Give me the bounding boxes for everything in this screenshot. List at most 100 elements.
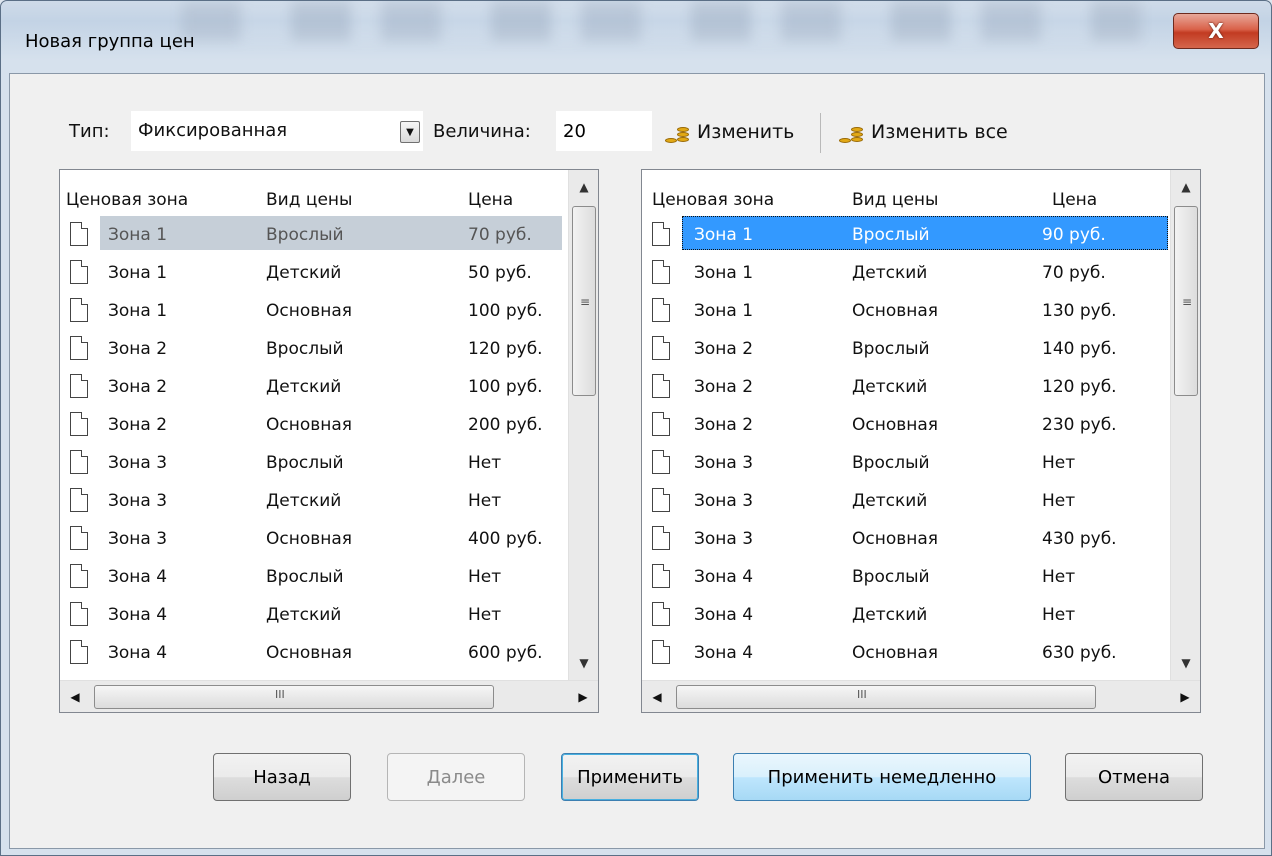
column-header-price-type[interactable]: Вид цены	[852, 190, 938, 210]
row-price: 100 руб.	[468, 301, 543, 321]
document-icon	[652, 412, 670, 436]
row-price-type: Основная	[266, 415, 353, 435]
row-price-type: Детский	[266, 377, 342, 397]
list-row[interactable]: Зона 4 Детский Нет	[642, 596, 1170, 634]
row-price-type: Врослый	[266, 225, 344, 245]
scroll-up-icon[interactable]: ▲	[1171, 170, 1200, 204]
list-row[interactable]: Зона 2 Врослый 120 руб.	[60, 330, 568, 368]
row-price: 90 руб.	[1042, 225, 1106, 245]
document-icon	[652, 488, 670, 512]
row-price-type: Врослый	[852, 339, 930, 359]
dropdown-arrow-icon[interactable]: ▼	[400, 121, 420, 143]
scroll-up-icon[interactable]: ▲	[569, 170, 598, 204]
list-row[interactable]: Зона 2 Основная 230 руб.	[642, 406, 1170, 444]
scroll-left-icon[interactable]: ◀	[60, 681, 90, 712]
row-price: 630 руб.	[1042, 643, 1117, 663]
row-zone: Зона 1	[108, 225, 168, 245]
list-row[interactable]: Зона 4 Врослый Нет	[60, 558, 568, 596]
vertical-scrollbar[interactable]: ▲ ≡ ▼	[568, 170, 598, 680]
list-row[interactable]: Зона 3 Детский Нет	[642, 482, 1170, 520]
row-zone: Зона 2	[694, 377, 754, 397]
vertical-scrollbar[interactable]: ▲ ≡ ▼	[1170, 170, 1200, 680]
list-row[interactable]: Зона 4 Детский Нет	[60, 596, 568, 634]
next-button[interactable]: Далее	[387, 753, 525, 801]
list-row[interactable]: Зона 1 Основная 130 руб.	[642, 292, 1170, 330]
row-price-type: Основная	[266, 529, 353, 549]
list-row[interactable]: Зона 1 Врослый 90 руб.	[642, 216, 1170, 254]
scroll-thumb[interactable]: III	[676, 685, 1096, 709]
back-button[interactable]: Назад	[213, 753, 351, 801]
list-row[interactable]: Зона 4 Основная 630 руб.	[642, 634, 1170, 672]
apply-button[interactable]: Применить	[561, 753, 699, 801]
scroll-thumb[interactable]: III	[94, 685, 494, 709]
list-row[interactable]: Зона 1 Детский 50 руб.	[60, 254, 568, 292]
row-zone: Зона 4	[694, 605, 754, 625]
document-icon	[70, 640, 88, 664]
horizontal-scrollbar[interactable]: ◀ III ▶	[60, 680, 598, 712]
column-header-price[interactable]: Цена	[1052, 190, 1097, 210]
change-all-button[interactable]: Изменить все	[839, 117, 1008, 147]
row-price: 50 руб.	[468, 263, 532, 283]
row-price-type: Основная	[852, 301, 939, 321]
document-icon	[70, 260, 88, 284]
column-header-zone[interactable]: Ценовая зона	[652, 190, 774, 210]
scroll-right-icon[interactable]: ▶	[568, 681, 598, 712]
apply-now-button[interactable]: Применить немедленно	[733, 753, 1031, 801]
list-row[interactable]: Зона 2 Врослый 140 руб.	[642, 330, 1170, 368]
list-row[interactable]: Зона 3 Детский Нет	[60, 482, 568, 520]
scroll-down-icon[interactable]: ▼	[1171, 646, 1200, 680]
window-title: Новая группа цен	[25, 31, 195, 52]
row-price: Нет	[1042, 453, 1076, 473]
amount-input[interactable]	[556, 111, 652, 151]
list-row[interactable]: Зона 3 Врослый Нет	[642, 444, 1170, 482]
horizontal-scrollbar[interactable]: ◀ III ▶	[642, 680, 1200, 712]
scroll-thumb[interactable]: ≡	[1174, 206, 1198, 396]
coins-icon	[839, 126, 867, 146]
amount-label: Величина:	[433, 121, 531, 142]
list-row[interactable]: Зона 1 Детский 70 руб.	[642, 254, 1170, 292]
document-icon	[70, 374, 88, 398]
cancel-button[interactable]: Отмена	[1065, 753, 1203, 801]
type-label: Тип:	[69, 121, 110, 142]
row-zone: Зона 2	[694, 339, 754, 359]
list-row[interactable]: Зона 2 Основная 200 руб.	[60, 406, 568, 444]
list-row[interactable]: Зона 1 Основная 100 руб.	[60, 292, 568, 330]
change-button-label: Изменить	[697, 121, 795, 143]
row-price-type: Детский	[266, 605, 342, 625]
row-price-type: Основная	[266, 301, 353, 321]
list-row[interactable]: Зона 2 Детский 100 руб.	[60, 368, 568, 406]
column-header-zone[interactable]: Ценовая зона	[66, 190, 188, 210]
scroll-right-icon[interactable]: ▶	[1170, 681, 1200, 712]
document-icon	[70, 450, 88, 474]
scroll-down-icon[interactable]: ▼	[569, 646, 598, 680]
row-zone: Зона 2	[108, 339, 168, 359]
row-price: 120 руб.	[468, 339, 543, 359]
scroll-left-icon[interactable]: ◀	[642, 681, 672, 712]
document-icon	[652, 450, 670, 474]
document-icon	[652, 260, 670, 284]
column-header-price[interactable]: Цена	[468, 190, 513, 210]
current-prices-list[interactable]: Ценовая зона Вид цены Цена Зона 1 Врослый…	[59, 169, 599, 713]
close-button[interactable]: X	[1173, 13, 1259, 49]
list-row[interactable]: Зона 2 Детский 120 руб.	[642, 368, 1170, 406]
list-row[interactable]: Зона 4 Врослый Нет	[642, 558, 1170, 596]
row-zone: Зона 1	[694, 301, 754, 321]
row-zone: Зона 4	[694, 643, 754, 663]
row-price: 120 руб.	[1042, 377, 1117, 397]
blurred-background	[181, 1, 1141, 41]
type-combobox[interactable]: Фиксированная ▼	[131, 111, 423, 151]
scroll-thumb[interactable]: ≡	[572, 206, 596, 396]
row-zone: Зона 3	[694, 453, 754, 473]
list-row[interactable]: Зона 3 Врослый Нет	[60, 444, 568, 482]
list-row[interactable]: Зона 3 Основная 400 руб.	[60, 520, 568, 558]
list-row[interactable]: Зона 1 Врослый 70 руб.	[60, 216, 568, 254]
change-button[interactable]: Изменить	[665, 117, 794, 147]
column-header-price-type[interactable]: Вид цены	[266, 190, 352, 210]
row-zone: Зона 3	[694, 491, 754, 511]
list-row[interactable]: Зона 4 Основная 600 руб.	[60, 634, 568, 672]
row-zone: Зона 3	[108, 529, 168, 549]
row-zone: Зона 2	[108, 377, 168, 397]
new-prices-list[interactable]: Ценовая зона Вид цены Цена Зона 1 Врослый…	[641, 169, 1201, 713]
list-row[interactable]: Зона 3 Основная 430 руб.	[642, 520, 1170, 558]
row-price: Нет	[1042, 567, 1076, 587]
